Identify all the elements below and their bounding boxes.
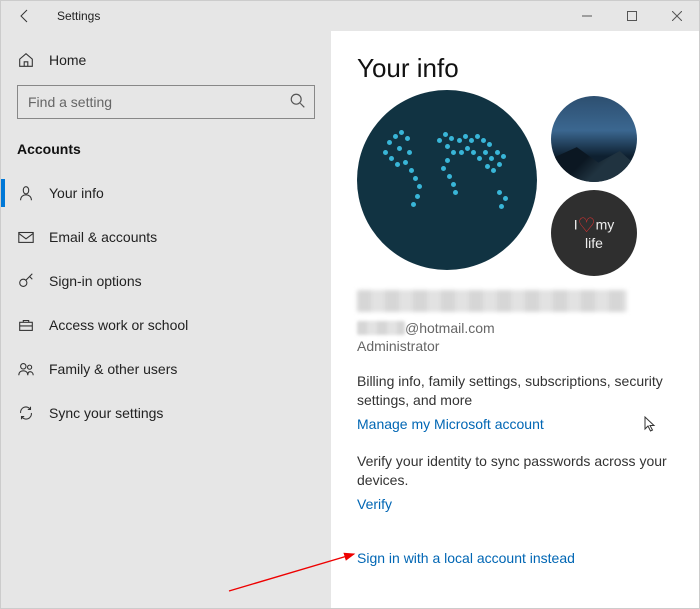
window-title: Settings [57,9,564,23]
briefcase-icon [17,316,35,334]
home-nav[interactable]: Home [1,41,331,79]
sidebar-item-label: Your info [49,185,104,201]
world-map-icon [357,90,537,270]
search-input[interactable] [17,85,315,119]
verify-description: Verify your identity to sync passwords a… [357,452,673,490]
sidebar-item-your-info[interactable]: Your info [1,171,331,215]
window-controls [564,1,699,31]
manage-account-link[interactable]: Manage my Microsoft account [357,416,544,432]
sidebar-item-label: Sync your settings [49,405,163,421]
avatar-row: I♡mylife [357,96,673,276]
cursor-icon [643,416,657,439]
maximize-icon [627,11,637,21]
sidebar-item-sign-in-options[interactable]: Sign-in options [1,259,331,303]
avatar-option-1[interactable] [551,96,637,182]
chalk-text: I♡mylife [574,216,615,250]
sync-icon [17,404,35,422]
settings-window: Settings Home [0,0,700,609]
email-suffix: @hotmail.com [405,320,495,336]
page-title: Your info [357,53,673,84]
sidebar-item-label: Sign-in options [49,273,142,289]
close-button[interactable] [654,1,699,31]
sidebar-item-sync-settings[interactable]: Sync your settings [1,391,331,435]
avatar-alternates: I♡mylife [551,96,637,276]
sidebar-item-label: Family & other users [49,361,177,377]
key-icon [17,272,35,290]
close-icon [672,11,682,21]
person-icon [17,184,35,202]
section-heading: Accounts [1,135,331,171]
avatar-option-2[interactable]: I♡mylife [551,190,637,276]
minimize-button[interactable] [564,1,609,31]
user-role: Administrator [357,338,673,354]
email-prefix-redacted [357,321,405,335]
home-icon [17,51,35,69]
mail-icon [17,228,35,246]
sidebar-item-label: Email & accounts [49,229,157,245]
search-container [17,85,315,119]
sidebar-item-label: Access work or school [49,317,188,333]
back-button[interactable] [1,1,49,31]
arrow-left-icon [17,8,33,24]
verify-link[interactable]: Verify [357,496,392,512]
content-pane: Your info [331,31,699,608]
minimize-icon [582,11,592,21]
user-email: @hotmail.com [357,320,673,336]
billing-description: Billing info, family settings, subscript… [357,372,673,410]
local-account-link[interactable]: Sign in with a local account instead [357,550,575,566]
sidebar-item-access-work-school[interactable]: Access work or school [1,303,331,347]
people-icon [17,360,35,378]
user-name-redacted [357,290,627,312]
maximize-button[interactable] [609,1,654,31]
sidebar-item-family-other-users[interactable]: Family & other users [1,347,331,391]
manage-account-row: Manage my Microsoft account [357,416,673,434]
body: Home Accounts Your info Email & acco [1,31,699,608]
avatar-main[interactable] [357,90,537,270]
sidebar: Home Accounts Your info Email & acco [1,31,331,608]
sidebar-item-email-accounts[interactable]: Email & accounts [1,215,331,259]
home-label: Home [49,52,86,68]
search-icon [289,92,307,115]
titlebar: Settings [1,1,699,31]
